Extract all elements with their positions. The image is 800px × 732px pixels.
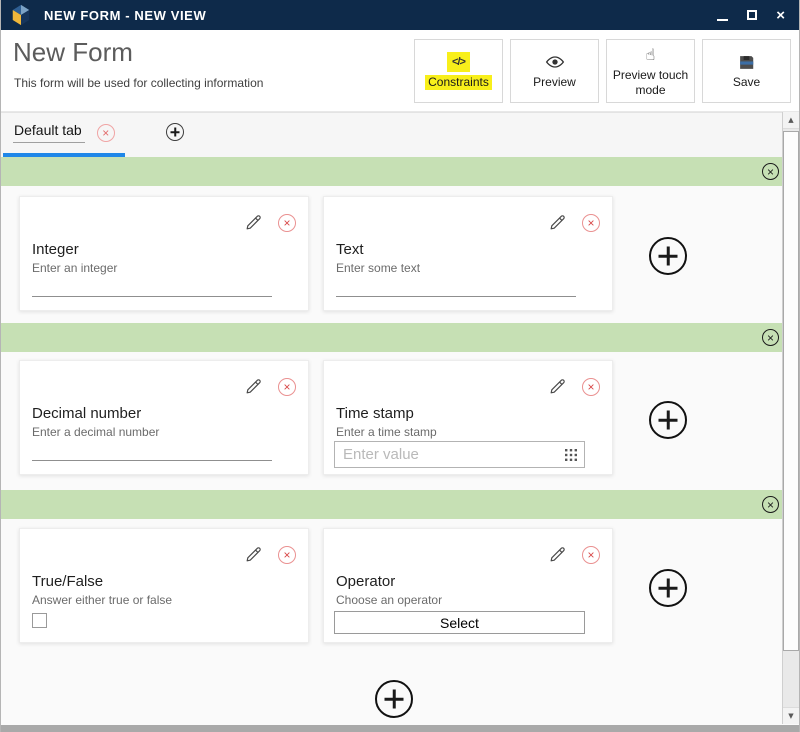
edit-pencil-icon[interactable] bbox=[548, 213, 567, 232]
vertical-scrollbar: ▲ ▼ bbox=[782, 112, 799, 724]
tab-default-tab[interactable]: Default tab × bbox=[13, 122, 115, 143]
edit-pencil-icon[interactable] bbox=[244, 213, 263, 232]
section-2-delete-icon[interactable]: × bbox=[762, 329, 779, 346]
decimal-input[interactable] bbox=[32, 443, 272, 461]
minimize-icon[interactable] bbox=[717, 19, 728, 21]
save-button[interactable]: Save bbox=[702, 39, 791, 103]
code-icon: </> bbox=[447, 52, 470, 72]
window-controls: × bbox=[717, 8, 785, 23]
section-2-header: × bbox=[1, 323, 783, 352]
app-window: NEW FORM - NEW VIEW × New Form This form… bbox=[0, 0, 800, 732]
preview-label: Preview bbox=[530, 75, 579, 90]
page-subtitle: This form will be used for collecting in… bbox=[14, 76, 263, 90]
delete-field-icon[interactable]: × bbox=[278, 378, 296, 396]
field-title: Integer bbox=[32, 241, 79, 258]
edit-pencil-icon[interactable] bbox=[244, 545, 263, 564]
delete-field-icon[interactable]: × bbox=[278, 214, 296, 232]
eye-icon bbox=[540, 52, 570, 72]
tab-label[interactable]: Default tab bbox=[13, 122, 85, 143]
field-description: Choose an operator bbox=[336, 593, 442, 607]
add-section-button[interactable] bbox=[375, 680, 413, 718]
touch-pointer-icon: ☝ bbox=[641, 45, 661, 65]
tabbar: Default tab × bbox=[1, 112, 783, 157]
tab-close-icon[interactable]: × bbox=[97, 124, 115, 142]
page-title: New Form bbox=[13, 37, 133, 68]
edit-pencil-icon[interactable] bbox=[548, 545, 567, 564]
app-logo-icon bbox=[10, 4, 32, 26]
field-description: Enter an integer bbox=[32, 261, 117, 275]
field-card-true-false: × True/False Answer either true or false bbox=[19, 528, 309, 643]
picker-grid-icon[interactable] bbox=[565, 449, 577, 461]
field-card-decimal-number: × Decimal number Enter a decimal number bbox=[19, 360, 309, 475]
section-3-delete-icon[interactable]: × bbox=[762, 496, 779, 513]
section-3-header: × bbox=[1, 490, 783, 519]
maximize-icon[interactable] bbox=[747, 10, 757, 20]
form-header: New Form This form will be used for coll… bbox=[1, 30, 799, 112]
field-description: Enter some text bbox=[336, 261, 420, 275]
add-field-button-section-3[interactable] bbox=[649, 569, 687, 607]
delete-field-icon[interactable]: × bbox=[582, 546, 600, 564]
field-card-time-stamp: × Time stamp Enter a time stamp bbox=[323, 360, 613, 475]
field-card-operator: × Operator Choose an operator Select bbox=[323, 528, 613, 643]
scroll-down-icon[interactable]: ▼ bbox=[783, 707, 799, 724]
timestamp-input-wrapper bbox=[334, 441, 585, 468]
titlebar: NEW FORM - NEW VIEW × bbox=[1, 0, 799, 30]
constraints-label: Constraints bbox=[425, 75, 492, 90]
toolbar: </> Constraints Preview ☝ Preview touch … bbox=[414, 39, 791, 103]
edit-pencil-icon[interactable] bbox=[548, 377, 567, 396]
add-field-button-section-2[interactable] bbox=[649, 401, 687, 439]
add-tab-button[interactable] bbox=[166, 123, 184, 141]
preview-button[interactable]: Preview bbox=[510, 39, 599, 103]
delete-field-icon[interactable]: × bbox=[582, 378, 600, 396]
field-title: Text bbox=[336, 241, 364, 258]
section-1-row: × Integer Enter an integer × Text Enter … bbox=[1, 196, 783, 311]
close-icon[interactable]: × bbox=[776, 8, 785, 23]
window-bottom-border bbox=[1, 725, 799, 732]
field-title: Time stamp bbox=[336, 405, 414, 422]
preview-touch-mode-button[interactable]: ☝ Preview touch mode bbox=[606, 39, 695, 103]
save-icon bbox=[733, 52, 760, 72]
delete-field-icon[interactable]: × bbox=[582, 214, 600, 232]
field-description: Enter a decimal number bbox=[32, 425, 159, 439]
preview-touch-mode-label: Preview touch mode bbox=[607, 68, 694, 98]
section-1-header: × bbox=[1, 157, 783, 186]
edit-pencil-icon[interactable] bbox=[244, 377, 263, 396]
text-input[interactable] bbox=[336, 279, 576, 297]
window-title: NEW FORM - NEW VIEW bbox=[44, 8, 206, 23]
scroll-up-icon[interactable]: ▲ bbox=[783, 112, 799, 129]
add-field-button-section-1[interactable] bbox=[649, 237, 687, 275]
field-title: Decimal number bbox=[32, 405, 141, 422]
section-2-row: × Decimal number Enter a decimal number … bbox=[1, 360, 783, 475]
operator-select-button[interactable]: Select bbox=[334, 611, 585, 634]
integer-input[interactable] bbox=[32, 279, 272, 297]
delete-field-icon[interactable]: × bbox=[278, 546, 296, 564]
constraints-button[interactable]: </> Constraints bbox=[414, 39, 503, 103]
field-description: Answer either true or false bbox=[32, 593, 172, 607]
field-title: Operator bbox=[336, 573, 395, 590]
section-3-row: × True/False Answer either true or false… bbox=[1, 528, 783, 643]
timestamp-input[interactable] bbox=[335, 446, 565, 463]
scrollbar-thumb[interactable] bbox=[783, 131, 799, 651]
field-description: Enter a time stamp bbox=[336, 425, 437, 439]
field-title: True/False bbox=[32, 573, 103, 590]
section-1-delete-icon[interactable]: × bbox=[762, 163, 779, 180]
true-false-checkbox[interactable] bbox=[32, 613, 47, 628]
field-card-text: × Text Enter some text bbox=[323, 196, 613, 311]
field-card-integer: × Integer Enter an integer bbox=[19, 196, 309, 311]
save-label: Save bbox=[730, 75, 763, 90]
